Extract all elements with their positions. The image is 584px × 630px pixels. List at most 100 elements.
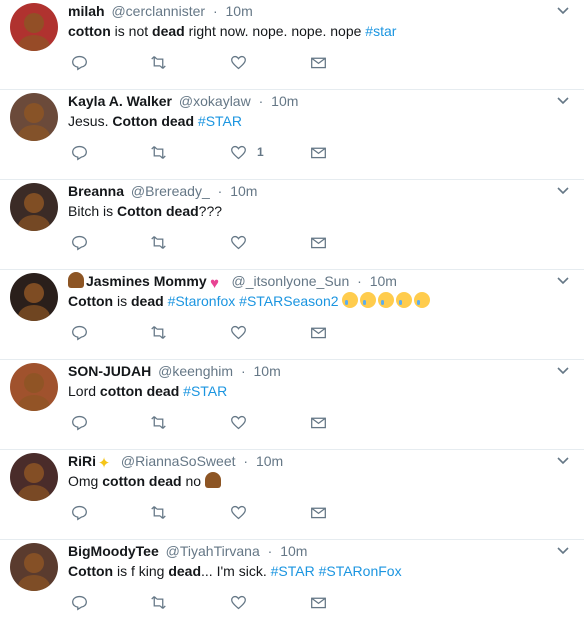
heart-outline-icon (231, 145, 246, 159)
reply-button[interactable] (71, 592, 88, 612)
retweet-button[interactable] (150, 592, 167, 612)
timestamp[interactable]: 10m (230, 183, 257, 199)
tweet[interactable]: Kayla A. Walker @xokaylaw · 10m Jesus. C… (0, 90, 584, 180)
hashtag-link[interactable]: #STAR (271, 563, 315, 579)
reply-button[interactable] (71, 322, 88, 342)
display-name[interactable]: BigMoodyTee (68, 543, 159, 559)
retweet-icon (151, 415, 166, 429)
tweet[interactable]: RiRi ✦ @RiannaSoSweet · 10m Omg cotton de… (0, 450, 584, 540)
chevron-down-icon[interactable] (556, 364, 570, 378)
tweet-text-segment: cotton dead (99, 383, 180, 399)
user-handle[interactable]: @cerclannister (111, 3, 205, 19)
reply-button[interactable] (71, 502, 88, 522)
like-button[interactable] (230, 592, 257, 612)
tweet-header: RiRi ✦ @RiannaSoSweet · 10m (68, 451, 544, 472)
chevron-down-icon[interactable] (556, 94, 570, 108)
direct-message-button[interactable] (310, 592, 327, 612)
hashtag-link[interactable]: #STAR (183, 383, 227, 399)
tweet-actions (68, 502, 338, 524)
tweet-text: Jesus. Cotton dead #STAR (68, 111, 564, 131)
retweet-button[interactable] (150, 52, 167, 72)
tweet[interactable]: Breanna @Breready_ · 10m Bitch is Cotton… (0, 180, 584, 270)
chevron-down-icon[interactable] (556, 274, 570, 288)
reply-button[interactable] (71, 232, 88, 252)
retweet-button[interactable] (150, 502, 167, 522)
avatar[interactable] (10, 273, 58, 321)
timestamp[interactable]: 10m (226, 3, 253, 19)
avatar[interactable] (10, 3, 58, 51)
reply-icon (72, 595, 87, 610)
display-name[interactable]: SON-JUDAH (68, 363, 151, 379)
retweet-button[interactable] (150, 412, 167, 432)
tweet-header: SON-JUDAH @keenghim · 10m (68, 361, 544, 381)
like-button[interactable] (230, 502, 257, 522)
tweet-actions (68, 232, 338, 254)
envelope-icon (311, 507, 326, 518)
display-name[interactable]: RiRi (68, 453, 96, 469)
timestamp[interactable]: 10m (256, 453, 283, 469)
crying-face-icon (396, 292, 413, 308)
reply-button[interactable] (71, 142, 88, 162)
direct-message-button[interactable] (310, 412, 327, 432)
separator-dot: · (258, 93, 264, 109)
retweet-icon (151, 235, 166, 249)
hashtag-link[interactable]: #STARSeason2 (239, 293, 338, 309)
hashtag-link[interactable]: #star (365, 23, 396, 39)
chevron-down-icon[interactable] (556, 544, 570, 558)
avatar[interactable] (10, 183, 58, 231)
direct-message-button[interactable] (310, 52, 327, 72)
avatar[interactable] (10, 543, 58, 591)
retweet-button[interactable] (150, 322, 167, 342)
timestamp[interactable]: 10m (370, 273, 397, 289)
timestamp[interactable]: 10m (280, 543, 307, 559)
like-button[interactable]: 1 (230, 142, 264, 162)
display-name[interactable]: Jasmines Mommy (86, 273, 207, 289)
like-button[interactable] (230, 52, 257, 72)
direct-message-button[interactable] (310, 322, 327, 342)
avatar[interactable] (10, 363, 58, 411)
user-handle[interactable]: @_itsonlyone_Sun (232, 273, 350, 289)
reply-button[interactable] (71, 52, 88, 72)
direct-message-button[interactable] (310, 502, 327, 522)
direct-message-button[interactable] (310, 232, 327, 252)
avatar[interactable] (10, 93, 58, 141)
tweet[interactable]: milah @cerclannister · 10m cotton is not… (0, 0, 584, 90)
separator-dot: · (240, 363, 246, 379)
tweet-text-segment: Bitch is (68, 203, 118, 219)
tweet[interactable]: Jasmines Mommy ♥ @_itsonlyone_Sun · 10m C… (0, 270, 584, 360)
user-handle[interactable]: @xokaylaw (179, 93, 251, 109)
hashtag-link[interactable]: #STARonFox (319, 563, 402, 579)
user-handle[interactable]: @TiyahTirvana (166, 543, 260, 559)
tweet-text: cotton is not dead right now. nope. nope… (68, 21, 564, 41)
hashtag-link[interactable]: #Staronfox (168, 293, 236, 309)
direct-message-button[interactable] (310, 142, 327, 162)
retweet-button[interactable] (150, 142, 167, 162)
display-name[interactable]: Breanna (68, 183, 124, 199)
chevron-down-icon[interactable] (556, 184, 570, 198)
user-handle[interactable]: @Breready_ (131, 183, 210, 199)
timestamp[interactable]: 10m (271, 93, 298, 109)
chevron-down-icon[interactable] (556, 454, 570, 468)
reply-button[interactable] (71, 412, 88, 432)
like-button[interactable] (230, 232, 257, 252)
user-handle[interactable]: @RiannaSoSweet (121, 453, 236, 469)
tweet[interactable]: BigMoodyTee @TiyahTirvana · 10m Cotton i… (0, 540, 584, 630)
user-handle[interactable]: @keenghim (158, 363, 233, 379)
display-name[interactable]: milah (68, 3, 105, 19)
tweet-text-segment: Omg (68, 473, 103, 489)
chevron-down-icon[interactable] (556, 4, 570, 18)
tweet[interactable]: SON-JUDAH @keenghim · 10m Lord cotton de… (0, 360, 584, 450)
retweet-button[interactable] (150, 232, 167, 252)
tweet-text-segment: dead (152, 23, 185, 39)
hashtag-link[interactable]: #STAR (198, 113, 242, 129)
display-name[interactable]: Kayla A. Walker (68, 93, 172, 109)
like-button[interactable] (230, 412, 257, 432)
tweet-header: Jasmines Mommy ♥ @_itsonlyone_Sun · 10m (68, 271, 544, 292)
timestamp[interactable]: 10m (254, 363, 281, 379)
tweet-text-segment: no (181, 473, 205, 489)
avatar[interactable] (10, 453, 58, 501)
like-button[interactable] (230, 322, 257, 342)
heart-outline-icon (231, 505, 246, 519)
crying-face-icon (378, 292, 395, 308)
tweet-text-segment: cotton (68, 23, 111, 39)
